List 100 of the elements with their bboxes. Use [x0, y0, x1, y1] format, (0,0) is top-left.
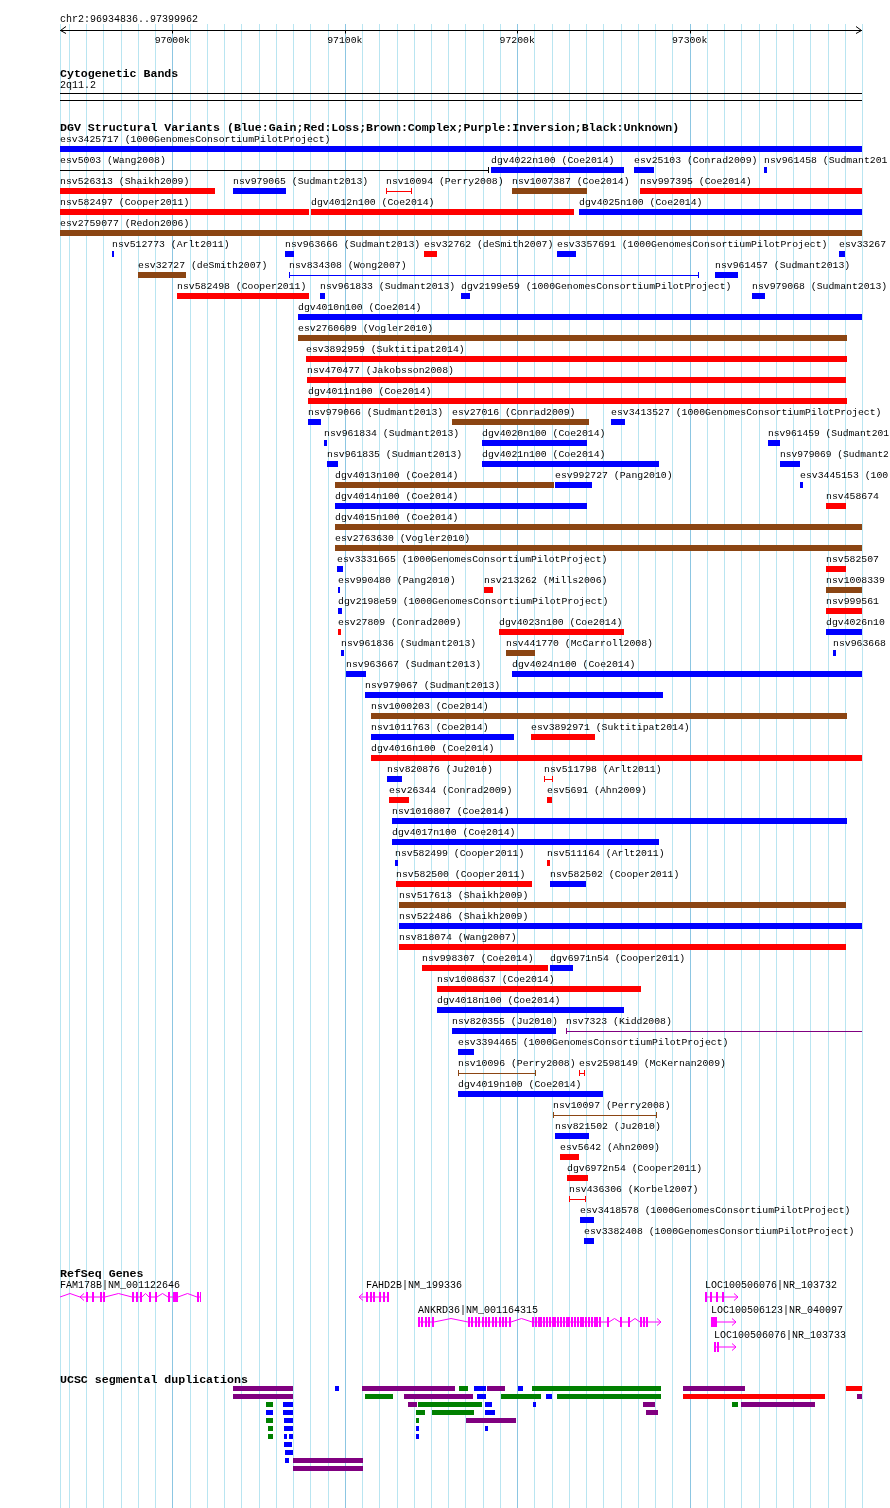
- variant-label: esv25103 (Conrad2009): [634, 155, 758, 167]
- variant-label: nsv1000203 (Coe2014): [371, 701, 489, 713]
- gene-label: ANKRD36|NM_001164315: [418, 1305, 539, 1317]
- variant-label: nsv526313 (Shaikh2009): [60, 176, 190, 188]
- variant-label: nsv979069 (Sudmant2: [780, 449, 889, 461]
- variant-label: esv990480 (Pang2010): [338, 575, 456, 587]
- variant-label: esv3413527 (1000GenomesConsortiumPilotProject): [611, 407, 882, 419]
- gene-label: FAHD2B|NM_199336: [366, 1280, 462, 1292]
- variant-label: nsv1008339: [826, 575, 885, 587]
- variant-label: dgv6972n54 (Cooper2011): [567, 1163, 703, 1175]
- variant-label: nsv961833 (Sudmant2013): [320, 281, 456, 293]
- variant-label: esv3357691 (1000GenomesConsortiumPilotProject): [557, 239, 828, 251]
- variant-label: nsv1010807 (Coe2014): [392, 806, 510, 818]
- gene-label: LOC100506123|NR_040097: [711, 1305, 844, 1317]
- variant-label: dgv2198e59 (1000GenomesConsortiumPilotProject): [338, 596, 609, 608]
- variant-label: nsv470477 (Jakobsson2008): [307, 365, 454, 377]
- axis-tick-label: 97100k: [327, 35, 363, 47]
- axis-tick-label: 97200k: [499, 35, 535, 47]
- axis-tick-label: 97300k: [672, 35, 708, 47]
- band-label: 2q11.2: [60, 80, 96, 92]
- variant-label: nsv582500 (Cooper2011): [396, 869, 526, 881]
- gene-model: [704, 1292, 739, 1302]
- track-title: DGV Structural Variants (Blue:Gain;Red:Loss;Brown:Complex;Purple:Inversion;Black:Unknown): [60, 121, 680, 134]
- variant-label: nsv961834 (Sudmant2013): [324, 428, 460, 440]
- variant-label: nsv963666 (Sudmant2013): [285, 239, 421, 251]
- variant-label: dgv4010n100 (Coe2014): [298, 302, 422, 314]
- variant-label: esv27809 (Conrad2009): [338, 617, 462, 629]
- variant-label: esv26344 (Conrad2009): [389, 785, 513, 797]
- variant-label: dgv4013n100 (Coe2014): [335, 470, 459, 482]
- variant-label: nsv511798 (Arlt2011): [544, 764, 662, 776]
- variant-label: nsv963668: [833, 638, 886, 650]
- variant-label: nsv979066 (Sudmant2013): [308, 407, 444, 419]
- variant-label: dgv4019n100 (Coe2014): [458, 1079, 582, 1091]
- variant-label: nsv10094 (Perry2008): [386, 176, 504, 188]
- variant-label: nsv979065 (Sudmant2013): [233, 176, 369, 188]
- variant-label: nsv821502 (Ju2010): [555, 1121, 661, 1133]
- variant-label: nsv820876 (Ju2010): [387, 764, 493, 776]
- track-title: UCSC segmental duplications: [60, 1373, 248, 1386]
- variant-label: nsv582498 (Cooper2011): [177, 281, 307, 293]
- variant-label: nsv582507: [826, 554, 879, 566]
- variant-label: nsv961835 (Sudmant2013): [327, 449, 463, 461]
- variant-label: esv3425717 (1000GenomesConsortiumPilotProject): [60, 134, 331, 146]
- variant-label: nsv10096 (Perry2008): [458, 1058, 576, 1070]
- variant-label: dgv4023n100 (Coe2014): [499, 617, 623, 629]
- variant-label: dgv4016n100 (Coe2014): [371, 743, 495, 755]
- gene-model: [358, 1292, 390, 1302]
- variant-label: nsv979067 (Sudmant2013): [365, 680, 501, 692]
- variant-label: nsv961457 (Sudmant2013): [715, 260, 851, 272]
- gene-label: FAM178B|NM_001122646: [60, 1280, 181, 1292]
- variant-label: esv27016 (Conrad2009): [452, 407, 576, 419]
- variant-label: dgv2199e59 (1000GenomesConsortiumPilotProject): [461, 281, 732, 293]
- variant-label: dgv4011n100 (Coe2014): [308, 386, 432, 398]
- variant-label: nsv963667 (Sudmant2013): [346, 659, 482, 671]
- gene-model: [713, 1342, 737, 1352]
- variant-label: esv3382408 (1000GenomesConsortiumPilotProject): [584, 1226, 855, 1238]
- variant-label: dgv4014n100 (Coe2014): [335, 491, 459, 503]
- variant-label: esv3394465 (1000GenomesConsortiumPilotProject): [458, 1037, 729, 1049]
- variant-label: esv5642 (Ahn2009): [560, 1142, 660, 1154]
- gene-label: LOC100506076|NR_103733: [714, 1330, 847, 1342]
- variant-label: dgv4021n100 (Coe2014): [482, 449, 606, 461]
- gene-label: LOC100506076|NR_103732: [705, 1280, 838, 1292]
- variant-label: nsv999561: [826, 596, 879, 608]
- region-coordinates: chr2:96934836..97399962: [60, 14, 199, 26]
- variant-label: nsv1008637 (Coe2014): [437, 974, 555, 986]
- variant-label: esv3331665 (1000GenomesConsortiumPilotProject): [337, 554, 608, 566]
- variant-label: esv2763630 (Vogler2010): [335, 533, 471, 545]
- track-title: Cytogenetic Bands: [60, 67, 179, 80]
- variant-label: nsv998307 (Coe2014): [422, 953, 534, 965]
- variant-label: dgv4026n10: [826, 617, 885, 629]
- variant-label: esv3418578 (1000GenomesConsortiumPilotProject): [580, 1205, 851, 1217]
- variant-label: dgv6971n54 (Cooper2011): [550, 953, 686, 965]
- variant-label: nsv522486 (Shaikh2009): [399, 911, 529, 923]
- variant-label: esv992727 (Pang2010): [555, 470, 673, 482]
- variant-label: dgv4024n100 (Coe2014): [512, 659, 636, 671]
- variant-label: esv3892971 (Suktitipat2014): [531, 722, 690, 734]
- variant-label: nsv961459 (Sudmant201: [768, 428, 889, 440]
- variant-label: nsv582499 (Cooper2011): [395, 848, 525, 860]
- variant-label: esv5003 (Wang2008): [60, 155, 166, 167]
- variant-label: nsv512773 (Arlt2011): [112, 239, 230, 251]
- variant-label: nsv997395 (Coe2014): [640, 176, 752, 188]
- variant-label: nsv10097 (Perry2008): [553, 1100, 671, 1112]
- variant-label: esv2760609 (Vogler2010): [298, 323, 434, 335]
- variant-label: esv32762 (deSmith2007): [424, 239, 554, 251]
- variant-label: nsv1007387 (Coe2014): [512, 176, 630, 188]
- variant-label: esv32727 (deSmith2007): [138, 260, 268, 272]
- variant-label: nsv1011763 (Coe2014): [371, 722, 489, 734]
- variant-label: dgv4018n100 (Coe2014): [437, 995, 561, 1007]
- variant-label: nsv961836 (Sudmant2013): [341, 638, 477, 650]
- variant-label: dgv4025n100 (Coe2014): [579, 197, 703, 209]
- variant-label: nsv458674: [826, 491, 879, 503]
- variant-label: esv2759077 (Redon2006): [60, 218, 190, 230]
- variant-label: nsv834308 (Wong2007): [289, 260, 407, 272]
- variant-label: nsv818074 (Wang2007): [399, 932, 517, 944]
- variant-label: esv33267: [839, 239, 887, 251]
- variant-label: nsv979068 (Sudmant2013): [752, 281, 888, 293]
- variant-label: nsv436306 (Korbel2007): [569, 1184, 699, 1196]
- axis-tick-label: 97000k: [154, 35, 190, 47]
- variant-label: nsv7323 (Kidd2008): [566, 1016, 672, 1028]
- variant-label: dgv4022n100 (Coe2014): [491, 155, 615, 167]
- variant-label: esv5691 (Ahn2009): [547, 785, 647, 797]
